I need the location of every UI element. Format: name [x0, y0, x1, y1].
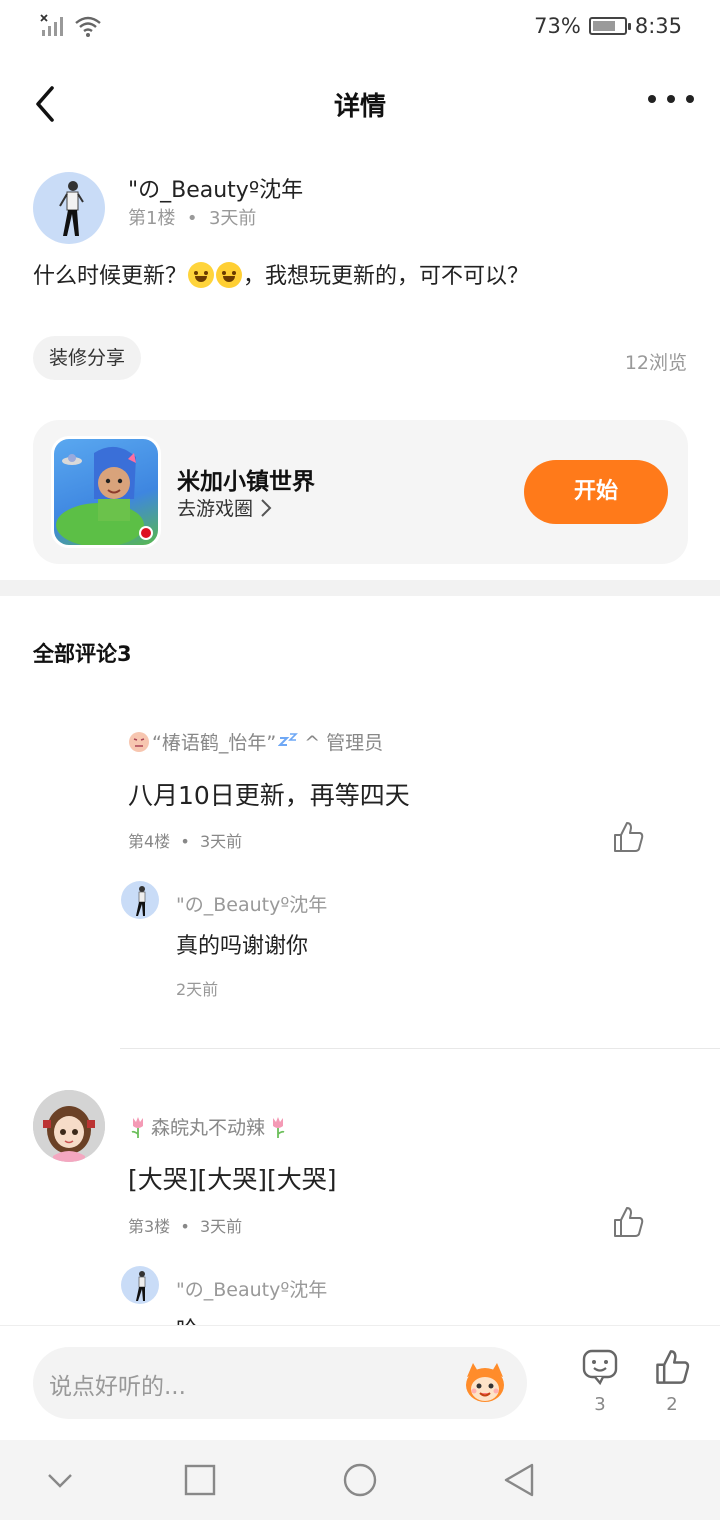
meta-dot: •	[175, 832, 195, 851]
game-card[interactable]: 米加小镇世界 去游戏圈 开始	[33, 420, 688, 564]
comment-text: 八月10日更新，再等四天	[128, 781, 410, 810]
post-text-before: 什么时候更新？	[33, 264, 188, 289]
sweat-smile-emoji-icon	[216, 262, 243, 288]
comments-header: 全部评论3	[33, 642, 132, 666]
reply-time: 2天前	[176, 980, 219, 999]
comment-user-row[interactable]: “椿语鹤_怡年” ^ 管理员	[128, 728, 383, 755]
like-action[interactable]: 2	[647, 1348, 697, 1415]
thumbs-up-icon[interactable]	[611, 820, 645, 854]
mascot-emoji-icon[interactable]	[463, 1361, 507, 1405]
comment-floor: 第4楼	[128, 832, 171, 851]
comment-floor: 第3楼	[128, 1217, 171, 1236]
tulip-icon	[131, 1116, 143, 1138]
view-count: 12浏览	[624, 352, 687, 374]
game-circle-link[interactable]: 去游戏圈	[177, 494, 273, 521]
reply-avatar[interactable]	[121, 1266, 159, 1304]
comment-count: 3	[594, 1394, 606, 1415]
admin-badge: ^ 管理员	[304, 732, 384, 754]
author-avatar[interactable]	[33, 172, 105, 244]
nav-back-icon[interactable]	[502, 1462, 538, 1498]
clock: 8:35	[634, 14, 682, 38]
comment-text: [大哭][大哭][大哭]	[128, 1165, 337, 1194]
comment-time: 3天前	[199, 832, 243, 851]
system-nav-bar	[0, 1440, 720, 1520]
nav-bar: 详情	[0, 60, 720, 146]
more-icon[interactable]	[648, 84, 694, 114]
comment-meta: 第3楼 • 3天前	[128, 1213, 242, 1237]
meta-dot: •	[181, 208, 204, 229]
nav-hide-icon[interactable]	[46, 1466, 74, 1494]
like-count: 2	[666, 1394, 678, 1415]
smile-emoji-icon	[188, 262, 215, 288]
comment-time: 3天前	[199, 1217, 243, 1236]
comment-meta: 第4楼 • 3天前	[128, 828, 242, 852]
page-title: 详情	[333, 92, 386, 122]
wifi-icon	[75, 16, 101, 37]
commenter-avatar[interactable]	[33, 1090, 105, 1162]
comment-separator	[120, 1048, 720, 1049]
post-tag[interactable]: 装修分享	[33, 336, 142, 380]
comment-user-row[interactable]: 森皖丸不动辣	[128, 1113, 288, 1140]
post-content: 什么时候更新？ ，我想玩更新的，可不可以？	[33, 262, 529, 292]
game-name: 米加小镇世界	[177, 469, 315, 495]
game-icon	[51, 436, 161, 548]
post-floor: 第1楼	[128, 208, 176, 229]
comment-action[interactable]: 3	[575, 1348, 625, 1415]
meta-dot: •	[175, 1217, 195, 1236]
comment-bubble-icon	[582, 1349, 618, 1386]
reply-user[interactable]: "の_Beautyº沈年	[176, 1275, 327, 1302]
status-bar: 73% 8:35	[0, 0, 720, 56]
comment-input[interactable]: 说点好听的...	[33, 1347, 527, 1419]
signal-icon	[40, 14, 63, 36]
section-divider	[0, 580, 720, 596]
tulip-icon	[273, 1116, 285, 1138]
nav-home-icon[interactable]	[342, 1462, 378, 1498]
annoyed-emoji-icon	[129, 731, 149, 752]
battery-icon	[588, 17, 631, 35]
reply-user[interactable]: "の_Beautyº沈年	[176, 890, 327, 917]
post-author[interactable]: "の_Beautyº沈年	[128, 172, 303, 204]
bottom-bar: 说点好听的... 3 2	[0, 1325, 720, 1440]
nav-recents-icon[interactable]	[184, 1464, 216, 1496]
comment-user: 森皖丸不动辣	[151, 1117, 266, 1139]
chevron-right-icon	[261, 498, 272, 517]
game-circle-label: 去游戏圈	[177, 498, 254, 520]
thumbs-up-icon	[656, 1350, 690, 1384]
post-time: 3天前	[208, 208, 257, 229]
post-meta: 第1楼 • 3天前	[128, 204, 256, 230]
comment-placeholder: 说点好听的...	[49, 1374, 186, 1400]
post-text-after: ，我想玩更新的，可不可以？	[243, 264, 530, 289]
thumbs-up-icon[interactable]	[611, 1205, 645, 1239]
reply-text: 真的吗谢谢你	[176, 934, 309, 959]
sleep-zz-icon	[278, 732, 299, 746]
reply-avatar[interactable]	[121, 881, 159, 919]
start-button[interactable]: 开始	[524, 460, 668, 524]
comment-user: “椿语鹤_怡年”	[152, 732, 277, 754]
battery-percent: 73%	[534, 14, 581, 38]
